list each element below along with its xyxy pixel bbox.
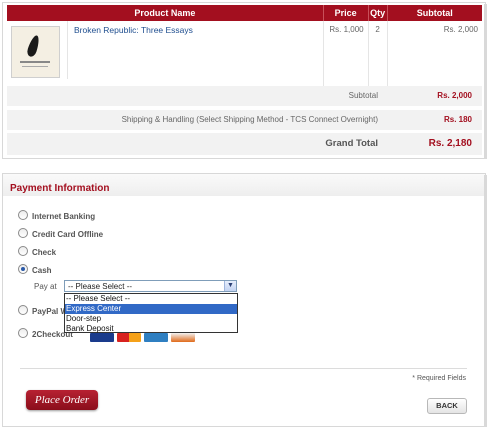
cell-divider [67, 21, 68, 79]
visa-icon [90, 333, 114, 342]
radio-button-selected[interactable] [18, 264, 28, 274]
payment-option-internet-banking[interactable]: Internet Banking [18, 210, 95, 222]
shipping-row: Shipping & Handling (Select Shipping Met… [7, 110, 482, 130]
radio-button[interactable] [18, 210, 28, 220]
grand-total-value: Rs. 2,180 [428, 138, 472, 149]
qty-cell: 2 [368, 21, 388, 88]
card-logos [90, 333, 198, 342]
subtotal-label: Subtotal [348, 91, 378, 100]
grand-total-label: Grand Total [325, 138, 378, 149]
shipping-value: Rs. 180 [443, 115, 472, 124]
pay-at-label: Pay at [34, 282, 57, 291]
cover-title-line [20, 61, 50, 63]
header-subtotal: Subtotal [387, 5, 482, 21]
payment-option-label: Check [32, 248, 57, 257]
product-cell: Broken Republic: Three Essays [7, 21, 324, 88]
radio-button[interactable] [18, 328, 28, 338]
payment-option-label: Internet Banking [32, 212, 96, 221]
dropdown-option[interactable]: -- Please Select -- [65, 294, 237, 304]
payment-title: Payment Information [10, 183, 110, 194]
subtotal-value: Rs. 2,000 [437, 91, 472, 100]
payment-option-cash[interactable]: Cash [18, 264, 52, 276]
feather-image [25, 34, 42, 58]
product-name-link[interactable]: Broken Republic: Three Essays [74, 25, 193, 79]
radio-button[interactable] [18, 228, 28, 238]
radio-button[interactable] [18, 246, 28, 256]
select-value: -- Please Select -- [68, 282, 133, 291]
required-fields-note: * Required Fields [412, 375, 466, 382]
dropdown-option[interactable]: Bank Deposit [65, 324, 237, 334]
amex-icon [144, 333, 168, 342]
panel-shadow [484, 4, 487, 159]
cart-table: Product Name Price Qty Subtotal Broken R… [7, 5, 482, 88]
payment-option-label: PayPal W [32, 307, 69, 316]
mastercard-icon [117, 333, 141, 342]
payment-option-credit-card-offline[interactable]: Credit Card Offline [18, 228, 103, 240]
subtotal-row: Subtotal Rs. 2,000 [7, 86, 482, 106]
chevron-down-icon[interactable]: ▼ [224, 281, 236, 291]
pay-at-select[interactable]: -- Please Select -- ▼ [64, 280, 237, 292]
payment-option-label: Credit Card Offline [32, 230, 104, 239]
dropdown-option[interactable]: Door-step [65, 314, 237, 324]
grand-total-row: Grand Total Rs. 2,180 [7, 133, 482, 155]
cover-author-line [22, 66, 48, 67]
payment-option-paypal[interactable]: PayPal W [18, 305, 68, 317]
cart-header-row: Product Name Price Qty Subtotal [7, 5, 482, 21]
card-icon [171, 333, 195, 342]
header-price: Price [323, 5, 369, 21]
dropdown-option-highlighted[interactable]: Express Center [65, 304, 237, 314]
pay-at-dropdown-list: -- Please Select -- Express Center Door-… [64, 293, 238, 333]
divider [20, 368, 467, 369]
header-product-name: Product Name [7, 5, 324, 21]
subtotal-cell: Rs. 2,000 [387, 21, 482, 88]
payment-option-check[interactable]: Check [18, 246, 56, 258]
price-cell: Rs. 1,000 [323, 21, 369, 88]
panel-shadow [484, 175, 487, 427]
place-order-button[interactable]: Place Order [26, 390, 98, 410]
radio-button[interactable] [18, 305, 28, 315]
payment-option-label: Cash [32, 266, 52, 275]
back-button[interactable]: BACK [427, 398, 467, 414]
table-row: Broken Republic: Three Essays Rs. 1,000 … [7, 21, 482, 88]
shipping-label: Shipping & Handling (Select Shipping Met… [121, 115, 378, 124]
header-qty: Qty [368, 5, 388, 21]
product-thumbnail[interactable] [11, 26, 60, 78]
